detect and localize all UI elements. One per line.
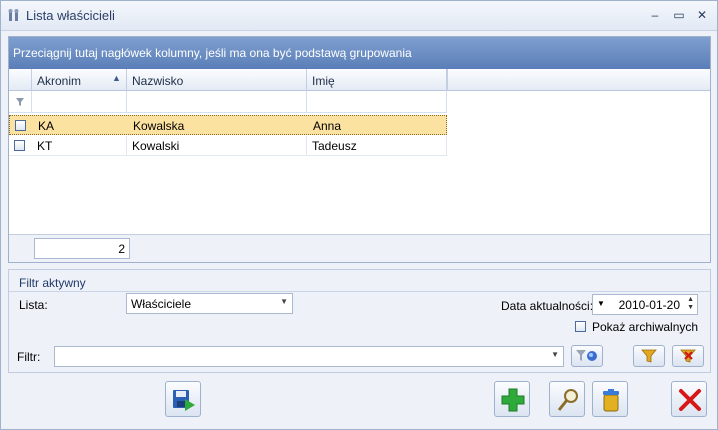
save-icon — [173, 390, 195, 411]
chevron-down-icon: ▼ — [551, 350, 559, 359]
column-header-imie[interactable]: Imię — [307, 69, 447, 91]
lista-label: Lista: — [19, 298, 48, 312]
apply-filter-button[interactable] — [571, 345, 603, 367]
export-button[interactable] — [165, 381, 201, 417]
divider — [9, 291, 710, 292]
select-column-header[interactable] — [9, 69, 32, 91]
funnel-icon — [641, 349, 657, 363]
date-label: Data aktualności: — [501, 299, 594, 313]
filter-panel: Filtr aktywny Lista: Właściciele ▼ Data … — [8, 269, 711, 373]
trash-icon — [603, 389, 619, 412]
column-label: Akronim — [37, 74, 82, 88]
close-button[interactable] — [671, 381, 707, 417]
cell-akronim: KA — [38, 119, 55, 133]
grid-footer: 2 — [9, 234, 710, 262]
delete-button[interactable] — [592, 381, 628, 417]
archive-checkbox[interactable] — [575, 321, 586, 332]
filter-options-button[interactable] — [633, 345, 665, 367]
header-filler — [447, 69, 710, 91]
date-value: 2010-01-20 — [618, 298, 680, 312]
chevron-down-icon: ▼ — [280, 297, 288, 306]
filter-panel-title: Filtr aktywny — [19, 276, 86, 290]
row-checkbox[interactable] — [15, 120, 26, 131]
filter-row-icon-cell — [9, 91, 32, 112]
clear-filter-icon — [680, 349, 696, 363]
cell-imie: Tadeusz — [307, 136, 447, 155]
column-label: Nazwisko — [132, 74, 184, 88]
column-headers: Akronim ▲ Nazwisko Imię — [9, 69, 447, 91]
add-icon — [501, 388, 525, 412]
auto-filter-row — [9, 91, 447, 113]
close-window-button[interactable]: ✕ — [693, 7, 711, 23]
row-checkbox[interactable] — [14, 140, 25, 151]
date-picker[interactable]: ▼ 2010-01-20 ▲ ▼ — [592, 294, 698, 315]
sort-ascending-icon: ▲ — [112, 73, 121, 83]
owners-list-window: Lista właścicieli – ▭ ✕ Przeciągnij tuta… — [0, 0, 718, 430]
title-bar: Lista właścicieli – ▭ ✕ — [1, 1, 717, 31]
magnifier-icon — [557, 389, 578, 411]
cell-nazwisko: Kowalska — [133, 119, 185, 133]
edit-button[interactable] — [549, 381, 585, 417]
table-row[interactable]: KT Kowalski Tadeusz — [9, 136, 447, 156]
chevron-down-icon[interactable]: ▼ — [597, 299, 605, 308]
minimize-button[interactable]: – — [646, 7, 664, 23]
table-row[interactable]: KA Kowalska Anna — [9, 115, 447, 135]
column-header-nazwisko[interactable]: Nazwisko — [127, 69, 307, 91]
group-by-area[interactable]: Przeciągnij tutaj nagłówek kolumny, jeśl… — [9, 37, 710, 69]
cell-imie: Anna — [313, 119, 342, 133]
filter-cell-nazwisko[interactable] — [127, 91, 307, 112]
filter-label: Filtr: — [17, 350, 41, 364]
cell-nazwisko: Kowalski — [127, 136, 307, 155]
row-count: 2 — [34, 238, 130, 259]
maximize-button[interactable]: ▭ — [670, 7, 688, 23]
funnel-icon — [16, 98, 24, 106]
lista-value: Właściciele — [131, 297, 192, 311]
close-icon — [679, 389, 701, 411]
add-button[interactable] — [494, 381, 530, 417]
lista-select[interactable]: Właściciele ▼ — [126, 293, 293, 314]
cell-akronim: KT — [32, 136, 127, 155]
column-header-akronim[interactable]: Akronim ▲ — [32, 69, 127, 91]
column-label: Imię — [312, 74, 335, 88]
date-spinner[interactable]: ▲ ▼ — [687, 296, 694, 312]
app-icon — [8, 9, 19, 21]
window-title: Lista właścicieli — [26, 8, 115, 23]
archive-label: Pokaż archiwalnych — [592, 320, 699, 334]
filter-input[interactable]: ▼ — [54, 346, 564, 367]
filter-cell-akronim[interactable] — [32, 91, 127, 112]
funnel-icon — [576, 350, 597, 361]
clear-filter-button[interactable] — [672, 345, 704, 367]
owners-grid: Przeciągnij tutaj nagłówek kolumny, jeśl… — [8, 36, 711, 263]
filter-cell-imie[interactable] — [307, 91, 447, 112]
